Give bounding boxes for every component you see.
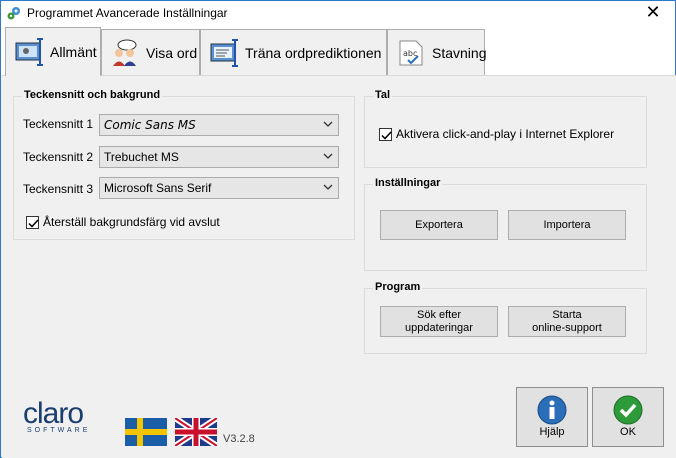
online-support-label-line1: Starta (552, 308, 582, 321)
gears-icon (7, 7, 20, 20)
version-label: V3.2.8 (223, 433, 255, 445)
font-1-select[interactable]: Comic Sans MS (99, 114, 339, 136)
svg-text:abc: abc (403, 49, 417, 58)
import-button[interactable]: Importera (508, 210, 626, 240)
tab-general[interactable]: Allmänt (5, 27, 101, 76)
click-and-play-checkbox[interactable] (379, 127, 392, 141)
fonts-group-title: Teckensnitt och bakgrund (22, 89, 163, 101)
chevron-down-icon (323, 153, 333, 159)
tab-train-prediction[interactable]: Träna ordprediktionen (200, 29, 387, 75)
help-button[interactable]: Hjälp (516, 387, 588, 447)
font-1-value: Comic Sans MS (104, 118, 196, 132)
reset-background-row[interactable]: Återställ bakgrundsfärg vid avslut (26, 215, 220, 229)
ok-label: OK (620, 426, 636, 438)
chevron-down-icon (323, 121, 333, 127)
check-updates-button[interactable]: Sök efter uppdateringar (380, 306, 498, 337)
monitor-settings-icon (14, 37, 44, 67)
claro-logo: claro SOFTWARE (23, 397, 91, 435)
settings-window: Programmet Avancerade Inställningar ✕ Al… (0, 0, 676, 458)
title-bar: Programmet Avancerade Inställningar ✕ (1, 1, 675, 25)
font-3-value: Microsoft Sans Serif (104, 181, 212, 195)
online-support-label-line2: online-support (532, 321, 602, 334)
settings-group-title: Inställningar (373, 177, 443, 189)
font-2-label: Teckensnitt 2 (23, 150, 94, 164)
chevron-down-icon (323, 184, 333, 190)
click-and-play-row[interactable]: Aktivera click-and-play i Internet Explo… (379, 127, 614, 141)
spelling-abc-icon: abc (396, 38, 426, 68)
font-3-label: Teckensnitt 3 (23, 182, 94, 196)
export-button[interactable]: Exportera (380, 210, 498, 240)
monitor-training-icon (209, 38, 239, 68)
font-1-label: Teckensnitt 1 (23, 117, 94, 131)
logo-subtext: SOFTWARE (27, 427, 91, 434)
font-2-value: Trebuchet MS (104, 150, 179, 164)
speech-group-title: Tal (373, 89, 393, 101)
checkmark-icon (613, 395, 643, 425)
check-updates-label-line1: Sök efter (416, 308, 462, 321)
logo-text: claro (23, 397, 84, 430)
check-updates-label-line2: uppdateringar (405, 321, 473, 334)
ok-button[interactable]: OK (592, 387, 664, 447)
close-button[interactable]: ✕ (631, 1, 675, 25)
swedish-flag-icon[interactable] (125, 418, 167, 446)
tab-label: Stavning (432, 44, 487, 61)
click-and-play-label: Aktivera click-and-play i Internet Explo… (396, 127, 615, 141)
tab-show-words[interactable]: Visa ord (101, 29, 200, 75)
info-icon (537, 395, 567, 425)
tab-label: Allmänt (50, 44, 97, 60)
help-label: Hjälp (539, 426, 565, 438)
tab-label: Träna ordprediktionen (245, 44, 382, 61)
tab-label: Visa ord (146, 44, 198, 61)
tab-spelling[interactable]: abc Stavning (387, 29, 487, 75)
uk-flag-icon[interactable] (175, 418, 217, 446)
online-support-button[interactable]: Starta online-support (508, 306, 626, 337)
reset-background-checkbox[interactable] (26, 215, 39, 229)
window-title: Programmet Avancerade Inställningar (27, 6, 228, 20)
reset-background-label: Återställ bakgrundsfärg vid avslut (43, 215, 220, 229)
people-speech-icon (110, 38, 140, 68)
font-3-select[interactable]: Microsoft Sans Serif (99, 177, 339, 199)
program-group-title: Program (373, 281, 423, 293)
font-2-select[interactable]: Trebuchet MS (99, 146, 339, 168)
